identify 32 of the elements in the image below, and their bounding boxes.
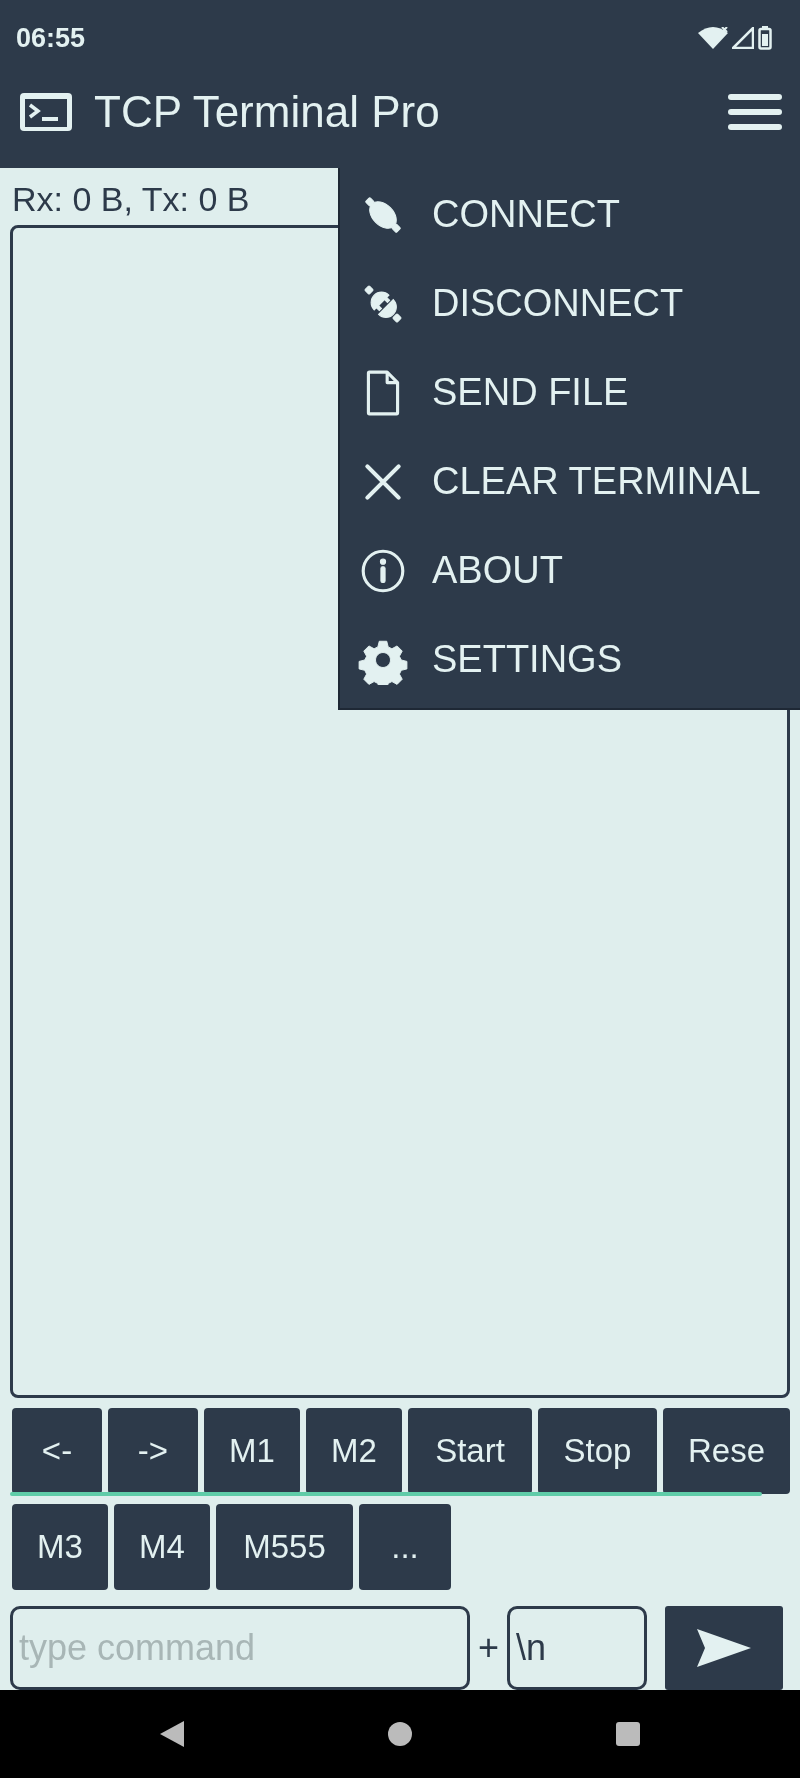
send-button[interactable]	[665, 1606, 784, 1690]
wifi-icon	[698, 27, 728, 49]
macro-button[interactable]: M4	[114, 1504, 210, 1590]
recents-icon[interactable]	[614, 1720, 642, 1748]
cell-signal-icon	[732, 27, 754, 49]
macro-button[interactable]: ...	[359, 1504, 451, 1590]
macro-button[interactable]: Stop	[538, 1408, 657, 1494]
menu-item[interactable]: SEND FILE	[340, 348, 800, 437]
home-icon[interactable]	[386, 1720, 414, 1748]
menu-item[interactable]: SETTINGS	[340, 615, 800, 704]
battery-icon	[758, 26, 772, 50]
macro-button[interactable]: M555	[216, 1504, 353, 1590]
macro-button[interactable]: Rese	[663, 1408, 790, 1494]
clock: 06:55	[16, 22, 86, 54]
menu-item[interactable]: CONNECT	[340, 170, 800, 259]
menu-item[interactable]: CLEAR TERMINAL	[340, 437, 800, 526]
traffic-counter: Rx: 0 B, Tx: 0 B	[11, 179, 250, 220]
app-title: TCP Terminal Pro	[94, 87, 441, 137]
macro-button[interactable]: M1	[204, 1408, 300, 1494]
line-ending-field[interactable]: \n	[507, 1606, 648, 1690]
menu-icon[interactable]	[728, 92, 782, 132]
macro-button[interactable]: Start	[408, 1408, 532, 1494]
terminal-icon	[20, 93, 72, 131]
menu-item[interactable]: DISCONNECT	[340, 259, 800, 348]
command-field[interactable]: type command	[10, 1606, 470, 1690]
macro-button[interactable]: <-	[12, 1408, 102, 1494]
macro-button[interactable]: M2	[306, 1408, 402, 1494]
macro-button[interactable]: ->	[108, 1408, 198, 1494]
plus-sign: +	[478, 1627, 500, 1669]
macro-button[interactable]: M3	[12, 1504, 108, 1590]
back-icon[interactable]	[158, 1719, 186, 1749]
menu-item[interactable]: ABOUT	[340, 526, 800, 615]
